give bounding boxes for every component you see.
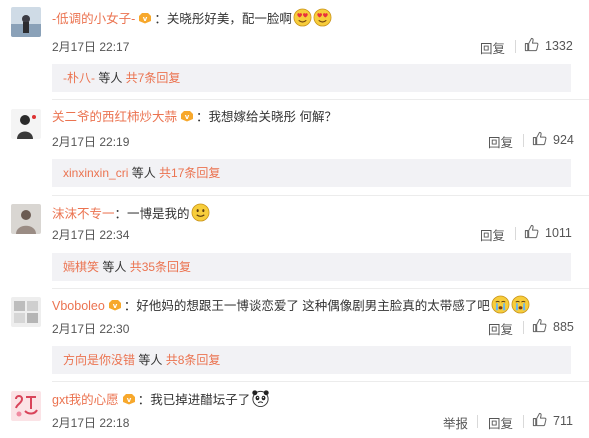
reply-button[interactable]: 回复 — [480, 38, 505, 57]
comment-divider — [52, 99, 589, 100]
comment-divider — [52, 288, 589, 289]
username-link[interactable]: 沫沫不专一 — [52, 207, 115, 221]
like-button[interactable]: 885 — [532, 318, 574, 334]
report-button[interactable]: 举报 — [443, 413, 468, 432]
action-divider — [523, 321, 524, 334]
avatar[interactable] — [11, 109, 41, 139]
comment-text: ：好他妈的想跟王一博谈恋爱了 这种偶像剧男主脸真的太带感了吧 — [123, 299, 490, 313]
reply-button[interactable]: 回复 — [488, 319, 513, 338]
thumbs-up-icon — [532, 131, 547, 146]
comment-divider — [52, 195, 589, 196]
reply-count-link[interactable]: 共8条回复 — [166, 353, 221, 367]
username-link[interactable]: -低调的小女子- — [52, 12, 135, 26]
reply-thread-summary[interactable]: 嫣棋笑 等人 共35条回复 — [52, 253, 571, 281]
reply-button[interactable]: 回复 — [488, 132, 513, 151]
vip-badge-icon: v — [108, 299, 122, 311]
username-link[interactable]: gxt我的心愿 — [52, 393, 119, 407]
smile-emoji — [191, 203, 210, 222]
like-button[interactable]: 711 — [532, 412, 573, 428]
thumbs-up-icon — [532, 412, 547, 427]
comment-divider — [52, 381, 589, 382]
comment-time: 2月17日 22:30 — [52, 322, 130, 336]
like-button[interactable]: 924 — [532, 131, 574, 147]
reply-others-text: 等人 — [128, 166, 160, 180]
comment-time: 2月17日 22:18 — [52, 416, 130, 430]
comment-time: 2月17日 22:17 — [52, 40, 130, 54]
reply-button[interactable]: 回复 — [488, 413, 513, 432]
like-button[interactable]: 1011 — [524, 224, 572, 240]
reply-others-text: 等人 — [95, 71, 126, 85]
vip-badge-icon: v — [180, 110, 194, 122]
svg-text:v: v — [143, 15, 148, 23]
reply-others-text: 等人 — [135, 353, 166, 367]
reply-user-link[interactable]: 嫣棋笑 — [63, 260, 99, 274]
svg-text:v: v — [113, 302, 118, 310]
action-divider — [515, 227, 516, 240]
username-link[interactable]: 关二爷的西红柿炒大蒜 — [52, 110, 177, 124]
avatar[interactable] — [11, 204, 41, 234]
like-count: 1011 — [545, 226, 572, 240]
avatar[interactable] — [11, 391, 41, 421]
reply-thread-summary[interactable]: -朴八- 等人 共7条回复 — [52, 64, 571, 92]
comment-text: ：我想嫁给关晓彤 何解？ — [196, 110, 337, 124]
svg-text:v: v — [126, 396, 131, 404]
comment-text: ：一博是我的 — [114, 207, 190, 221]
action-divider — [523, 415, 524, 428]
action-divider — [477, 415, 478, 428]
vip-badge-icon: v — [138, 12, 152, 24]
username-link[interactable]: Vboboleo — [52, 299, 105, 313]
like-count: 711 — [553, 414, 573, 428]
reply-others-text: 等人 — [99, 260, 130, 274]
comment-time: 2月17日 22:19 — [52, 135, 130, 149]
reply-thread-summary[interactable]: xinxinxin_cri 等人 共17条回复 — [52, 159, 571, 187]
svg-text:v: v — [185, 113, 190, 121]
comment-text: ：我已掉进醋坛子了 — [137, 393, 251, 407]
like-count: 885 — [553, 320, 574, 334]
avatar[interactable] — [11, 7, 41, 37]
comment-text: ：关晓彤好美，配一脸啊 — [154, 12, 292, 26]
action-divider — [515, 40, 516, 53]
reply-count-link[interactable]: 共35条回复 — [130, 260, 191, 274]
thumbs-up-icon — [524, 224, 539, 239]
like-count: 924 — [553, 133, 574, 147]
heart-eyes-emoji — [293, 8, 312, 27]
like-count: 1332 — [545, 39, 573, 53]
thumbs-up-icon — [524, 37, 539, 52]
reply-count-link[interactable]: 共7条回复 — [126, 71, 181, 85]
crying-emoji — [491, 295, 510, 314]
action-divider — [523, 134, 524, 147]
comment-time: 2月17日 22:34 — [52, 228, 130, 242]
reply-user-link[interactable]: xinxinxin_cri — [63, 166, 128, 180]
panda-emoji — [251, 389, 270, 408]
reply-count-link[interactable]: 共17条回复 — [159, 166, 220, 180]
reply-thread-summary[interactable]: 方向是你没错 等人 共8条回复 — [52, 346, 571, 374]
reply-user-link[interactable]: -朴八- — [63, 71, 95, 85]
heart-eyes-emoji — [313, 8, 332, 27]
thumbs-up-icon — [532, 318, 547, 333]
reply-button[interactable]: 回复 — [480, 225, 505, 244]
like-button[interactable]: 1332 — [524, 37, 573, 53]
crying-emoji — [511, 295, 530, 314]
vip-badge-icon: v — [122, 393, 136, 405]
avatar[interactable] — [11, 297, 41, 327]
reply-user-link[interactable]: 方向是你没错 — [63, 353, 135, 367]
